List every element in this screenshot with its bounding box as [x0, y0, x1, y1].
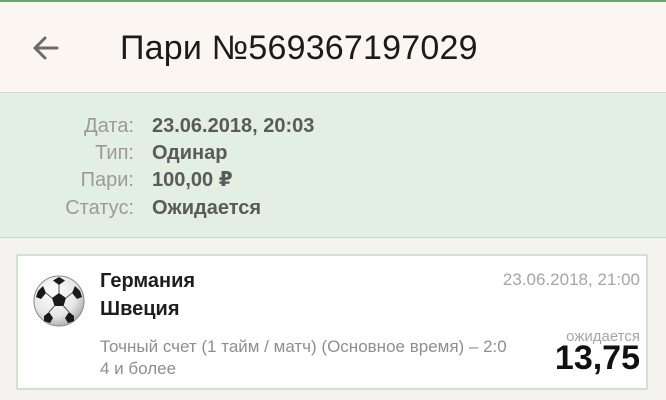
detail-value: Одинар	[152, 142, 228, 164]
detail-row-type: Тип: Одинар	[0, 139, 666, 167]
detail-row-date: Дата: 23.06.2018, 20:03	[0, 112, 666, 140]
team-home: Германия	[100, 270, 196, 292]
detail-label: Дата:	[84, 115, 134, 137]
detail-label: Тип:	[95, 142, 134, 164]
detail-label: Статус:	[65, 197, 134, 219]
page-title: Пари №569367197029	[120, 29, 478, 67]
soccer-ball-icon	[33, 275, 85, 327]
bet-details-panel: Дата: 23.06.2018, 20:03 Тип: Одинар Пари…	[0, 93, 666, 238]
detail-row-status: Статус: Ожидается	[0, 194, 666, 222]
detail-row-stake: Пари: 100,00 ₽	[0, 166, 666, 194]
event-card[interactable]: Германия Швеция 23.06.2018, 21:00 Точный…	[16, 254, 648, 390]
detail-label: Пари:	[80, 169, 134, 191]
event-datetime: 23.06.2018, 21:00	[502, 270, 640, 289]
market-description: Точный счет (1 тайм / матч) (Основное вр…	[100, 337, 507, 378]
arrow-back-icon	[33, 36, 59, 60]
detail-value: 100,00 ₽	[152, 169, 233, 191]
team-away: Швеция	[100, 298, 180, 320]
odds-value: 13,75	[554, 339, 640, 377]
detail-value: 23.06.2018, 20:03	[152, 115, 315, 137]
app-header: Пари №569367197029	[0, 2, 666, 93]
back-button[interactable]	[22, 24, 70, 72]
detail-value: Ожидается	[152, 197, 262, 219]
